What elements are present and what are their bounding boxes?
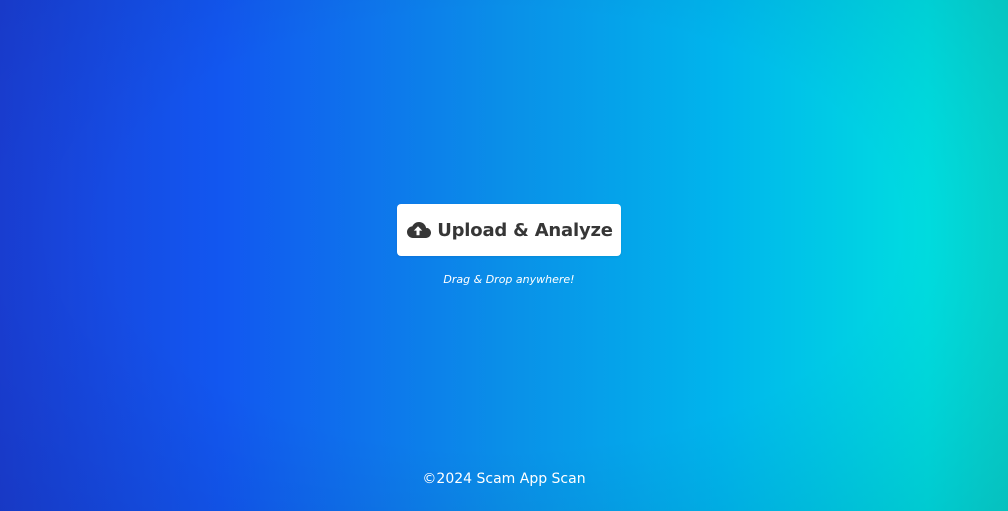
upload-button-label: Upload & Analyze bbox=[437, 219, 613, 241]
upload-analyze-button[interactable]: Upload & Analyze bbox=[397, 204, 621, 256]
drag-drop-hint: Drag & Drop anywhere! bbox=[443, 273, 575, 286]
upload-container: Upload & Analyze Drag & Drop anywhere! bbox=[397, 204, 621, 286]
footer-copyright: ©2024 Scam App Scan bbox=[422, 471, 586, 487]
cloud-upload-icon bbox=[405, 220, 432, 240]
